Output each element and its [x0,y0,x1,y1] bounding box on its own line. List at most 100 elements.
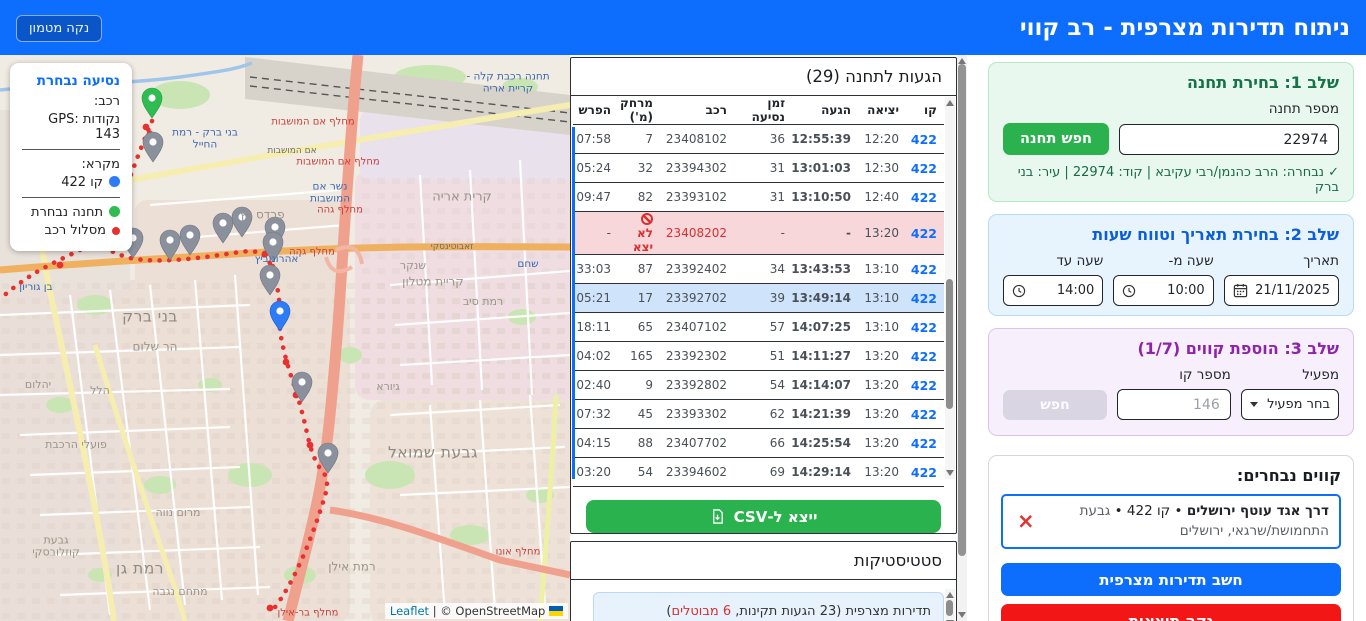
clock-icon[interactable] [1122,284,1136,298]
export-csv-button[interactable]: ייצא ל-CSV [586,500,941,533]
line-number-link[interactable]: 422 [906,371,944,400]
vehicle-cell: 23394302 [660,154,734,183]
legend-line-item: קו 422 [61,175,103,190]
scroll-down-icon[interactable] [946,470,954,476]
table-row[interactable]: 422 13:20 14:14:07 54 23392802 9 02:40 [573,371,944,400]
gap-cell: - [573,212,618,255]
line-number-link[interactable]: 422 [906,284,944,313]
travel-time-cell: 34 [734,255,792,284]
leaflet-link[interactable]: Leaflet [390,604,429,618]
departure-cell: 12:40 [858,183,906,212]
table-row[interactable]: 422 13:20 14:11:27 51 23392302 165 04:02 [573,342,944,371]
table-row[interactable]: 422 12:40 13:10:50 31 23393102 82 09:47 [573,183,944,212]
gap-cell: 02:40 [573,371,618,400]
distance-cell: לא יצא [618,212,660,255]
route-color-dot-icon [112,227,120,235]
hour-to-label: שעה עד [1003,253,1103,269]
table-row[interactable]: 422 13:10 13:49:14 39 23392702 17 05:21 [573,284,944,313]
gap-cell: 07:58 [573,125,618,154]
table-row[interactable]: 422 13:10 14:07:25 57 23407102 65 18:11 [573,313,944,342]
scroll-up-icon[interactable] [946,100,954,106]
col-line: קו [906,96,944,125]
vehicle-cell: 23392702 [660,284,734,313]
calendar-icon[interactable] [1233,283,1248,298]
scroll-up-icon[interactable] [946,592,954,598]
results-column: הגעות לתחנה (29) קו יציאה הגעה זמן נסיעה… [570,55,958,621]
clear-results-button[interactable]: נקה תוצאות [1001,604,1341,621]
arrival-cell: 14:07:25 [792,313,858,342]
gap-cell: 05:21 [573,284,618,313]
arrival-cell: 14:14:07 [792,371,858,400]
date-input[interactable]: 21/11/2025 [1224,275,1339,306]
table-row[interactable]: 422 13:20 14:21:39 62 23393302 45 07:32 [573,400,944,429]
statistics-scrollbar-thumb[interactable] [946,600,953,616]
scroll-down-icon[interactable] [958,612,966,618]
legend-gps-points: נקודות GPS: 143 [22,112,120,142]
col-gap: הפרש [573,96,618,125]
osm-link[interactable]: © OpenStreetMap [440,604,545,618]
main-scrollbar[interactable] [957,55,967,621]
line-number-input[interactable] [1117,389,1231,420]
table-scrollbar[interactable] [945,97,955,479]
gap-cell: 07:32 [573,400,618,429]
line-number-link[interactable]: 422 [906,154,944,183]
table-row[interactable]: 422 13:20 - - 23408202 לא יצא - [573,212,944,255]
departure-cell: 12:30 [858,154,906,183]
travel-time-cell: 31 [734,154,792,183]
ukraine-flag-icon [549,606,563,616]
header-bar: ניתוח תדירות מצרפית - רב קווי נקה מטמון [0,0,1366,55]
statistics-scrollbar[interactable] [945,589,955,621]
arrival-cell: 14:11:27 [792,342,858,371]
gap-cell: 04:15 [573,429,618,458]
legend-vehicle-label: רכב: [22,94,120,109]
main-scrollbar-thumb[interactable] [958,64,966,556]
selected-line-item[interactable]: דרך אגד עוטף ירושלים • קו 422 • גבעת התח… [1001,494,1341,549]
search-line-button[interactable]: חפש [1003,390,1107,420]
line-operator: דרך אגד עוטף ירושלים [1187,503,1329,519]
departure-cell: 13:10 [858,284,906,313]
table-scrollbar-thumb[interactable] [946,279,953,409]
distance-cell: 7 [618,125,660,154]
table-row[interactable]: 422 12:30 13:01:03 31 23394302 32 05:24 [573,154,944,183]
departure-cell: 13:10 [858,255,906,284]
clock-icon[interactable] [1012,284,1026,298]
map-container[interactable]: תחנה רכבת קלה - קריית אריה בני ברק - רמת… [0,55,570,621]
departure-cell: 13:20 [858,371,906,400]
summary-valid-text: תדירות מצרפית (23 הגעות תקינות, [731,604,931,619]
operator-select[interactable]: בחר מפעיל [1241,389,1339,420]
page-title: ניתוח תדירות מצרפית - רב קווי [1020,15,1350,41]
statistics-title: סטטיסטיקות [571,542,956,580]
search-station-button[interactable]: חפש תחנה [1003,123,1109,155]
distance-cell: 65 [618,313,660,342]
vehicle-cell: 23392802 [660,371,734,400]
vehicle-cell: 23393102 [660,183,734,212]
hour-from-input[interactable]: 10:00 [1113,275,1213,306]
line-number-link[interactable]: 422 [906,458,944,487]
line-number-link[interactable]: 422 [906,342,944,371]
arrivals-card: הגעות לתחנה (29) קו יציאה הגעה זמן נסיעה… [570,57,957,534]
remove-line-button[interactable]: × [1013,511,1039,532]
table-row[interactable]: 422 13:20 14:29:14 69 23394602 54 03:20 [573,458,944,487]
line-number-link[interactable]: 422 [906,313,944,342]
line-number-link[interactable]: 422 [906,125,944,154]
hour-to-input[interactable]: 14:00 [1003,275,1103,306]
legend-title: מקרא: [22,157,120,172]
table-row[interactable]: 422 13:10 13:43:53 34 23392402 87 33:03 [573,255,944,284]
vehicle-cell: 23394602 [660,458,734,487]
line-number-link[interactable]: 422 [906,255,944,284]
date-value: 21/11/2025 [1255,283,1330,298]
line-number-link[interactable]: 422 [906,183,944,212]
table-accent-strip [572,127,575,479]
line-number-link[interactable]: 422 [906,429,944,458]
clear-cache-button[interactable]: נקה מטמון [16,15,102,42]
line-number-link[interactable]: 422 [906,400,944,429]
departure-cell: 13:20 [858,458,906,487]
arrival-cell: 14:21:39 [792,400,858,429]
table-row[interactable]: 422 12:20 12:55:39 36 23408102 7 07:58 [573,125,944,154]
compute-frequency-button[interactable]: חשב תדירות מצרפית [1001,563,1341,596]
station-number-input[interactable] [1119,124,1339,155]
line-number-link[interactable]: 422 [906,212,944,255]
table-row[interactable]: 422 13:20 14:25:54 66 23407702 88 04:15 [573,429,944,458]
gap-cell: 18:11 [573,313,618,342]
distance-cell: 82 [618,183,660,212]
